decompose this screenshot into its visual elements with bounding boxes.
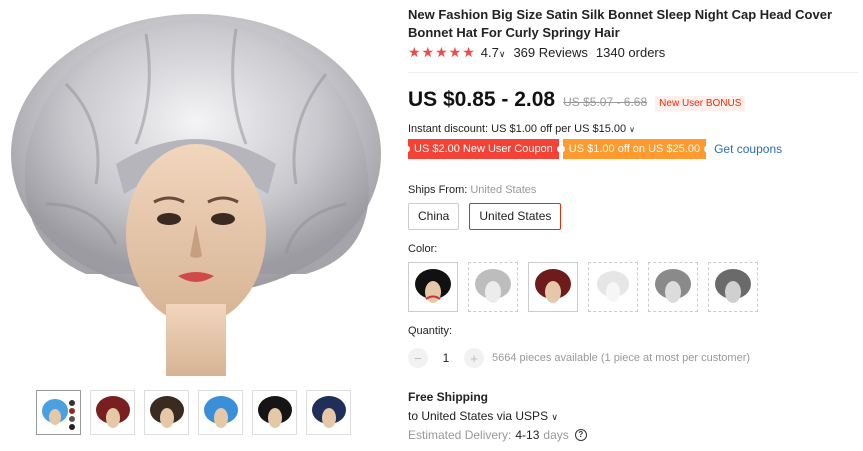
color-swatches bbox=[408, 262, 758, 312]
orders-count: 1340 orders bbox=[595, 45, 666, 60]
current-price: US $0.85 - 2.08 bbox=[408, 88, 556, 111]
chevron-down-icon: ∨ bbox=[551, 412, 559, 422]
divider bbox=[408, 72, 858, 73]
rating-value[interactable]: 4.7∨ bbox=[481, 45, 506, 60]
coupon-row: US $2.00 New User Coupon US $1.00 off on… bbox=[405, 139, 782, 159]
thumbnail-multi-color[interactable] bbox=[36, 390, 81, 435]
new-user-coupon[interactable]: US $2.00 New User Coupon bbox=[405, 139, 562, 159]
swatch-burgundy[interactable] bbox=[528, 262, 578, 312]
swatch-white[interactable] bbox=[588, 262, 638, 312]
shipping-method[interactable]: to United States via USPS ∨ bbox=[408, 409, 558, 423]
ship-option-united-states[interactable]: United States bbox=[469, 203, 562, 230]
quantity-input[interactable]: 1 bbox=[428, 351, 464, 365]
help-icon[interactable]: ? bbox=[574, 429, 587, 441]
free-shipping-title: Free Shipping bbox=[408, 390, 489, 404]
quantity-plus-button[interactable]: + bbox=[464, 348, 484, 368]
instant-discount[interactable]: Instant discount: US $1.00 off per US $1… bbox=[408, 123, 635, 135]
rating-row: ★★★★★ 4.7∨ 369 Reviews 1340 orders bbox=[408, 44, 665, 61]
price-row: US $0.85 - 2.08 US $5.07 - 6.68 New User… bbox=[408, 88, 746, 112]
chevron-down-icon: ∨ bbox=[498, 49, 506, 59]
star-rating-icon: ★★★★★ bbox=[408, 44, 476, 60]
thumbnail-blue-pattern[interactable] bbox=[198, 390, 243, 435]
swatch-dark-grey[interactable] bbox=[708, 262, 758, 312]
estimated-delivery: Estimated Delivery: 4-13 days ? bbox=[408, 428, 587, 442]
thumbnail-black[interactable] bbox=[252, 390, 297, 435]
ship-option-china[interactable]: China bbox=[408, 203, 460, 230]
reviews-link[interactable]: 369 Reviews bbox=[513, 45, 587, 60]
quantity-minus-button[interactable]: − bbox=[408, 348, 428, 368]
quantity-label: Quantity: bbox=[408, 325, 453, 337]
store-coupon[interactable]: US $1.00 off on US $25.00 bbox=[559, 139, 710, 159]
ships-from-options: China United States bbox=[408, 203, 562, 230]
color-label: Color: bbox=[408, 243, 438, 255]
new-user-bonus-badge: New User BONUS bbox=[655, 96, 746, 111]
get-coupons-link[interactable]: Get coupons bbox=[714, 142, 782, 156]
original-price: US $5.07 - 6.68 bbox=[563, 95, 648, 109]
thumbnail-navy[interactable] bbox=[306, 390, 351, 435]
chevron-down-icon: ∨ bbox=[629, 125, 636, 134]
swatch-light-grey[interactable] bbox=[468, 262, 518, 312]
thumbnail-strip bbox=[36, 390, 351, 435]
thumbnail-brown[interactable] bbox=[144, 390, 189, 435]
product-title: New Fashion Big Size Satin Silk Bonnet S… bbox=[408, 7, 833, 40]
quantity-stepper: − 1 + 5664 pieces available (1 piece at … bbox=[408, 348, 750, 368]
ships-from-label: Ships From: United States bbox=[408, 184, 537, 196]
swatch-grey[interactable] bbox=[648, 262, 698, 312]
thumbnail-burgundy[interactable] bbox=[90, 390, 135, 435]
availability-text: 5664 pieces available (1 piece at most p… bbox=[492, 352, 751, 364]
swatch-black-red[interactable] bbox=[408, 262, 458, 312]
main-product-image[interactable] bbox=[6, 4, 384, 376]
